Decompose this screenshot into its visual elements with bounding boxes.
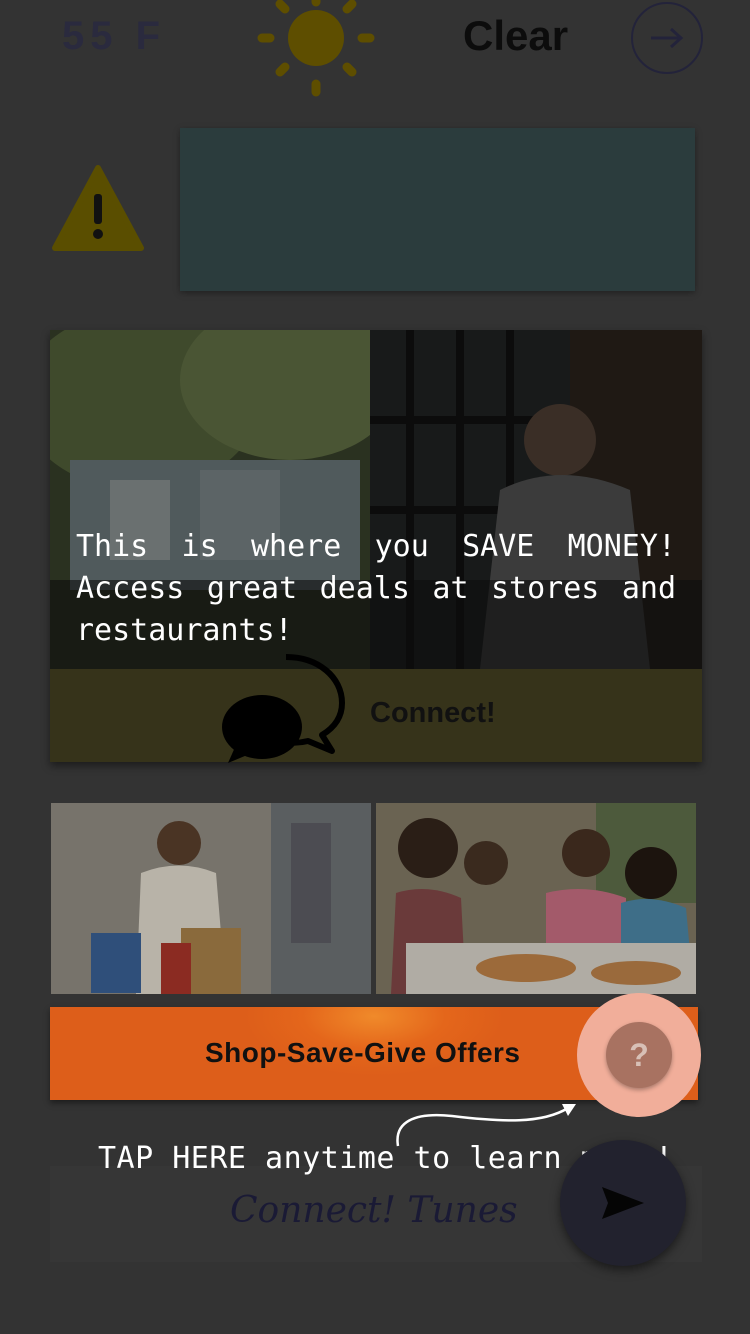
connect-button[interactable]: Connect! [50, 654, 702, 763]
send-button[interactable] [560, 1140, 686, 1266]
temperature-label: 55 F [62, 14, 167, 58]
arrow-right-icon [651, 27, 684, 49]
cafe-photo: This is where you SAVE MONEY! Access gre… [50, 330, 702, 669]
offers-label: Shop-Save-Give Offers [205, 1037, 521, 1068]
sun-icon [257, 0, 375, 97]
send-icon [602, 1187, 644, 1219]
tunes-label: Connect! Tunes [230, 1190, 518, 1231]
save-money-card[interactable]: This is where you SAVE MONEY! Access gre… [50, 330, 702, 763]
shopping-photo[interactable] [51, 803, 371, 994]
family-pizza-photo-illustration [376, 803, 696, 994]
save-money-message: This is where you SAVE MONEY! Access gre… [76, 529, 676, 648]
family-pizza-photo[interactable] [376, 803, 696, 994]
chat-bubbles-icon [222, 654, 345, 763]
alert-panel[interactable] [180, 128, 695, 291]
connect-label: Connect! [370, 697, 496, 729]
next-button[interactable] [631, 2, 703, 74]
shopping-photo-illustration [51, 803, 371, 994]
help-button[interactable]: ? [606, 1022, 672, 1088]
warning-icon [52, 165, 144, 251]
weather-condition: Clear [463, 12, 569, 59]
